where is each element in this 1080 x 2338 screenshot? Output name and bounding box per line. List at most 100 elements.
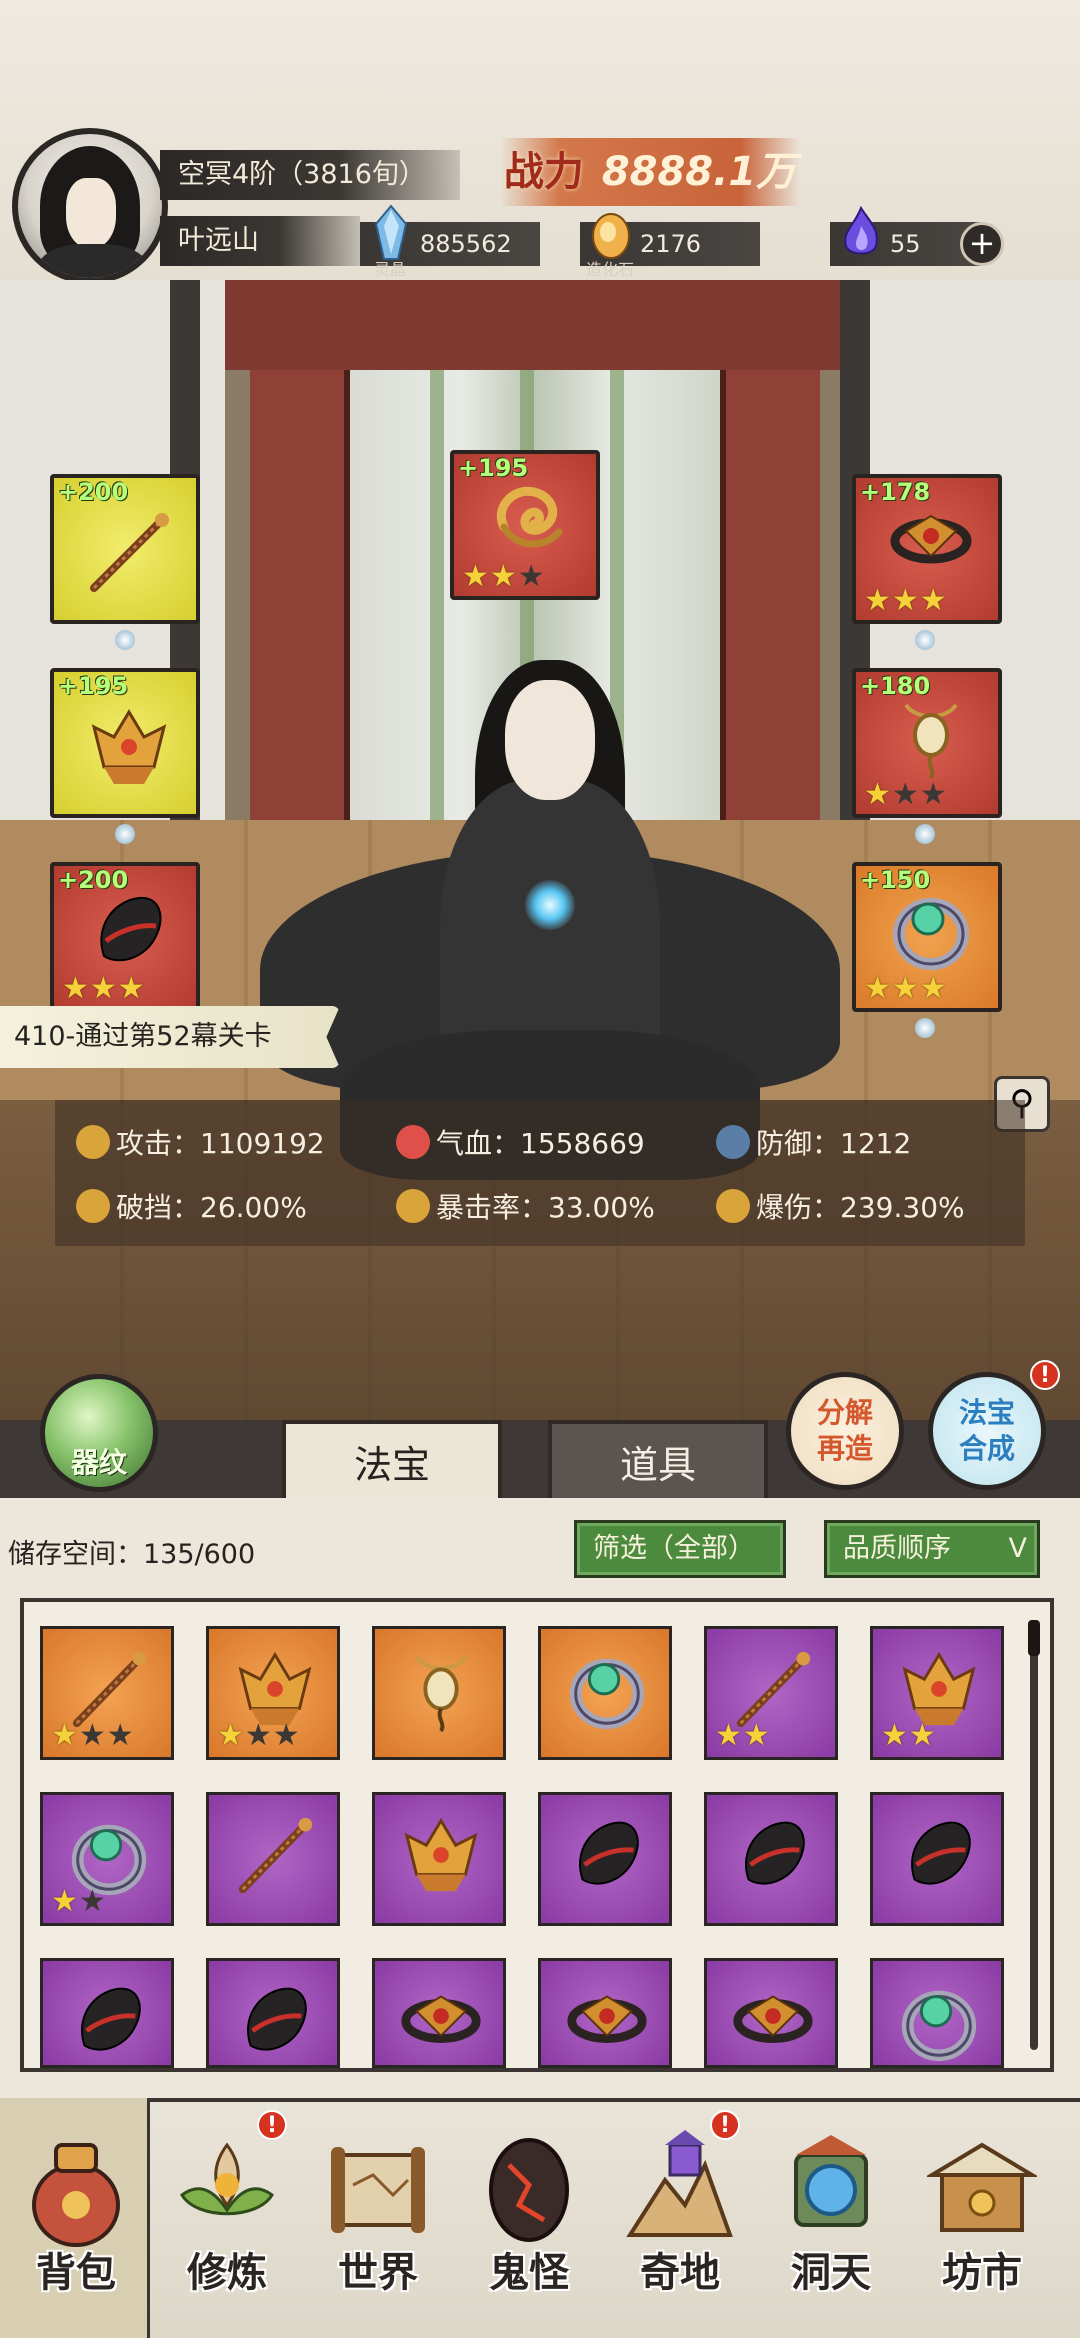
inventory-item[interactable]: ★★ [870, 1626, 1004, 1760]
nav-item-mountain[interactable]: 奇地! [610, 2110, 750, 2330]
scrollbar-track[interactable] [1030, 1620, 1038, 2050]
inventory-item[interactable] [372, 1792, 506, 1926]
slot-stars: ★★★ [62, 971, 146, 1006]
mission-banner[interactable]: 410-通过第52幕关卡 [0, 1006, 340, 1068]
inventory-item[interactable] [538, 1626, 672, 1760]
tab-treasures[interactable]: 法宝 [282, 1420, 502, 1502]
synthesize-label-2: 合成 [958, 1432, 1015, 1465]
cloud-talisman-icon [496, 486, 563, 548]
storage-capacity: 储存空间：135/600 [8, 1532, 255, 1571]
socket-gem-icon [915, 1018, 935, 1038]
filter-button[interactable]: 筛选（全部） [574, 1520, 786, 1578]
nav-item-market-stall[interactable]: 坊市 [912, 2110, 1052, 2330]
scroll-map-icon [331, 2147, 425, 2233]
inventory-item[interactable]: ★★ [704, 1626, 838, 1760]
resource-purple-flame: 55 [830, 205, 980, 266]
stat-label: 爆伤 [756, 1191, 813, 1224]
tab-props[interactable]: 道具 [548, 1420, 768, 1502]
equip-slot-bracelet[interactable]: +178 ★★★ [852, 474, 1002, 624]
dismantle-label-2: 再造 [816, 1432, 873, 1465]
equip-slot-ring[interactable]: +150 ★★★ [852, 862, 1002, 1012]
resource-value: 55 [890, 230, 921, 258]
inventory-item[interactable] [538, 1792, 672, 1926]
pattern-button[interactable]: 器纹 [40, 1374, 158, 1492]
bracelet-icon [567, 1995, 647, 2043]
combat-power: 战力 8888.1万 [500, 138, 800, 206]
inventory-item[interactable]: ★★★ [206, 1626, 340, 1760]
inventory-item[interactable] [372, 1626, 506, 1760]
slot-stars: ★★★ [462, 559, 546, 594]
nav-item-scroll-map[interactable]: 世界 [308, 2110, 448, 2330]
synthesize-button[interactable]: 法宝 合成 [928, 1372, 1046, 1490]
scrollbar-thumb[interactable] [1028, 1620, 1040, 1656]
slot-stars: ★★★ [864, 583, 948, 618]
socket-gem-icon [115, 824, 135, 844]
staff-icon [238, 1817, 313, 1894]
nav-label: 洞天 [791, 2250, 871, 2296]
bracelet-icon [733, 1995, 813, 2043]
nav-item-bag[interactable]: 背包 [6, 2110, 146, 2330]
gauntlet-icon [745, 1821, 805, 1885]
stat-value: 26.00% [200, 1191, 307, 1224]
inventory-item[interactable] [870, 1958, 1004, 2068]
lotus-icon [180, 2142, 274, 2216]
equip-slot-gauntlet[interactable]: +200 ★★★ [50, 862, 200, 1012]
market-stall-icon [927, 2142, 1037, 2232]
stat-value: 1109192 [200, 1127, 325, 1160]
item-stars: ★★★ [51, 1718, 135, 1753]
synthesize-label-1: 法宝 [958, 1396, 1015, 1429]
dismantle-button[interactable]: 分解 再造 [786, 1372, 904, 1490]
bag-icon [32, 2143, 120, 2247]
crit-icon [396, 1189, 430, 1223]
bracelet-icon [890, 514, 972, 564]
slot-bonus: +200 [58, 478, 129, 506]
portal-icon [794, 2135, 868, 2227]
heart-icon [396, 1125, 430, 1159]
player-name: 叶远山 [160, 216, 360, 266]
inventory-item[interactable] [40, 1958, 174, 2068]
add-resource-button[interactable]: + [960, 222, 1004, 266]
nav-item-portal[interactable]: 洞天 [761, 2110, 901, 2330]
pattern-button-label: 器纹 [70, 1446, 127, 1479]
equip-slot-talisman[interactable]: +195 ★★★ [450, 450, 600, 600]
inventory-item[interactable]: ★★★ [40, 1626, 174, 1760]
pendant-icon [414, 1655, 468, 1733]
nav-label: 奇地 [640, 2250, 720, 2296]
stat-break: 破挡：26.00% [76, 1188, 307, 1228]
player-avatar[interactable] [12, 128, 168, 284]
inventory-item[interactable] [538, 1958, 672, 2068]
nav-item-lotus[interactable]: 修炼! [157, 2110, 297, 2330]
inventory-item[interactable] [206, 1792, 340, 1926]
inventory-item[interactable] [704, 1792, 838, 1926]
stat-label: 破挡 [116, 1191, 173, 1224]
inventory-item[interactable]: ★★ [40, 1792, 174, 1926]
stat-label: 气血 [436, 1127, 493, 1160]
nav-label: 世界 [338, 2250, 418, 2296]
stat-value: 1212 [840, 1127, 912, 1160]
item-stars: ★★ [51, 1884, 107, 1919]
slot-bonus: +195 [58, 672, 129, 700]
gauntlet-icon [911, 1821, 971, 1885]
inventory-item[interactable] [206, 1958, 340, 2068]
inventory-item[interactable] [372, 1958, 506, 2068]
resource-value: 885562 [420, 230, 512, 258]
equip-slot-weapon[interactable]: +200 [50, 474, 200, 624]
sort-label: 品质顺序 [843, 1533, 951, 1564]
equip-slot-crown[interactable]: +195 [50, 668, 200, 818]
alert-badge: ! [710, 2110, 740, 2140]
equip-slot-pendant[interactable]: +180 ★★★ [852, 668, 1002, 818]
lotus-crown-icon [91, 709, 167, 784]
lotus-crown-icon [404, 1817, 478, 1892]
qi-orb [525, 880, 575, 930]
purple-flame-icon [844, 205, 878, 255]
nav-item-demon-egg[interactable]: 鬼怪 [459, 2110, 599, 2330]
inventory-item[interactable] [704, 1958, 838, 2068]
crit-damage-icon [716, 1189, 750, 1223]
ring-icon [569, 1658, 645, 1730]
door-beam [225, 280, 840, 370]
sort-dropdown[interactable]: 品质顺序 V [824, 1520, 1040, 1578]
alert-badge: ! [257, 2110, 287, 2140]
inventory-item[interactable] [870, 1792, 1004, 1926]
gauntlet-icon [247, 1987, 307, 2051]
gauntlet-icon [100, 896, 162, 962]
